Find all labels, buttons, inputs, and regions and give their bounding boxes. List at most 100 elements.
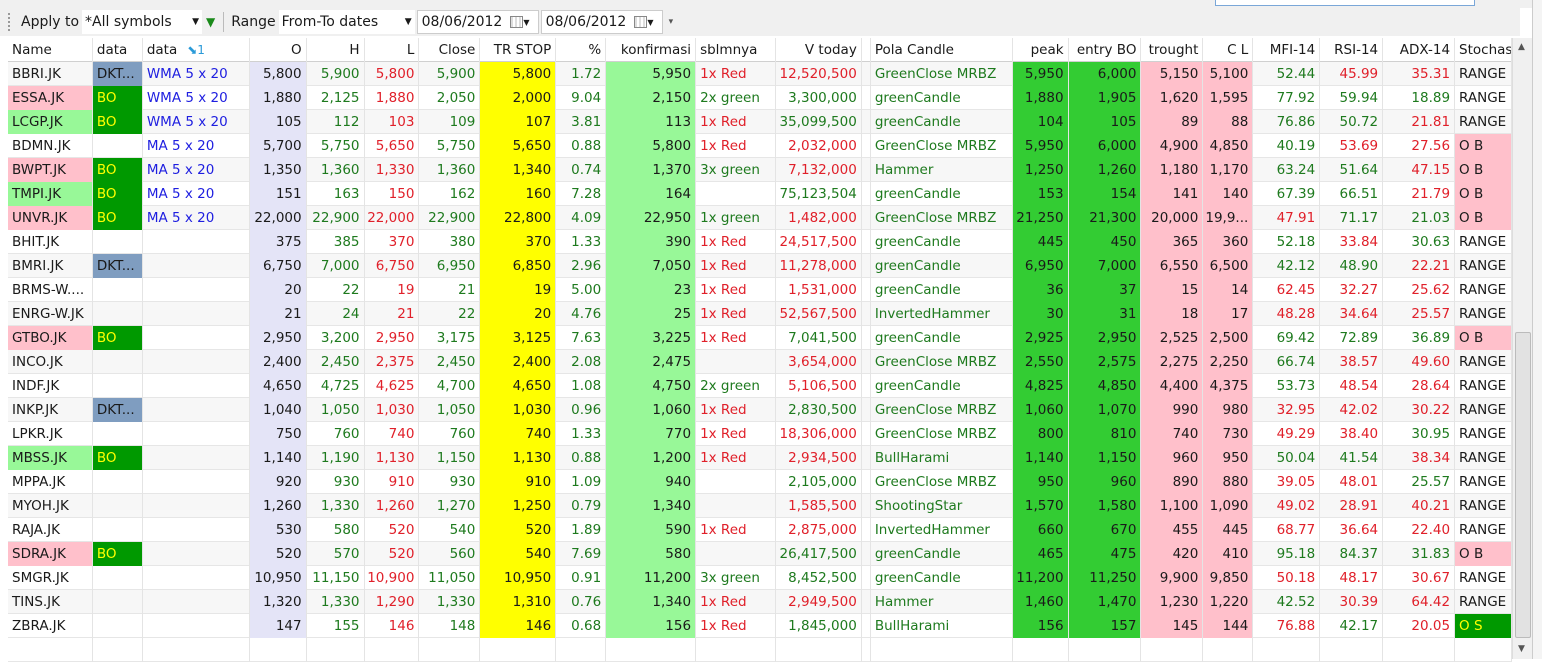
cell-close[interactable]: 22 [419, 302, 481, 326]
cell-peak[interactable]: 1,250 [1012, 158, 1069, 182]
cell-open[interactable]: 151 [249, 182, 307, 206]
cell-mfi-14[interactable]: 40.19 [1253, 134, 1321, 158]
cell-adx-14[interactable]: 20.05 [1383, 614, 1456, 638]
cell-percent[interactable]: 4.76 [556, 302, 607, 326]
cell-v-today[interactable]: 3,654,000 [776, 350, 862, 374]
toolbar-overflow-icon[interactable]: ▾ [669, 17, 674, 27]
cell-stochas[interactable]: O B [1455, 542, 1512, 566]
cell-stochas[interactable]: RANGE [1455, 230, 1512, 254]
cell-sblmnya[interactable] [696, 494, 776, 518]
cell-adx-14[interactable]: 18.89 [1383, 86, 1456, 110]
cell-tr-stop[interactable]: 520 [480, 518, 557, 542]
cell-name[interactable]: BDMN.JK [8, 134, 93, 158]
cell-sblmnya[interactable]: 3x green [696, 566, 776, 590]
cell-trought[interactable]: 2,525 [1141, 326, 1204, 350]
cell-peak[interactable]: 950 [1012, 470, 1069, 494]
cell-low[interactable]: 5,800 [365, 62, 420, 86]
cell-adx-14[interactable]: 22.40 [1383, 518, 1456, 542]
column-header-close[interactable]: Close [419, 38, 481, 62]
cell-mfi-14[interactable]: 39.05 [1253, 470, 1321, 494]
cell-open[interactable]: 6,750 [249, 254, 307, 278]
scroll-up-icon[interactable]: ▲ [1518, 42, 1525, 52]
cell-tr-stop[interactable]: 4,650 [480, 374, 557, 398]
cell-adx-14[interactable]: 27.56 [1383, 134, 1456, 158]
cell-sep[interactable] [862, 302, 871, 326]
cell-name[interactable]: BRMS-W.... [8, 278, 93, 302]
cell-data[interactable]: BO [92, 446, 143, 470]
cell-name[interactable]: GTBO.JK [8, 326, 93, 350]
cell-entry-bo[interactable]: 6,000 [1068, 62, 1142, 86]
cell-sep[interactable] [862, 278, 871, 302]
cell-entry-bo[interactable]: 6,000 [1068, 134, 1142, 158]
cell-konfirmasi[interactable]: 590 [606, 518, 697, 542]
column-header-stochas[interactable]: Stochas [1455, 38, 1512, 62]
column-header-sep[interactable] [862, 38, 871, 62]
cell-high[interactable]: 2,450 [307, 350, 365, 374]
column-header-open[interactable]: O [250, 38, 307, 62]
cell-peak[interactable]: 156 [1012, 614, 1069, 638]
cell-peak[interactable]: 104 [1012, 110, 1069, 134]
cell-tr-stop[interactable]: 107 [480, 110, 557, 134]
cell-sblmnya[interactable] [696, 350, 776, 374]
cell-sep[interactable] [862, 614, 871, 638]
cell-name[interactable]: ESSA.JK [8, 86, 93, 110]
cell-mfi-14[interactable]: 77.92 [1253, 86, 1321, 110]
cell-c-l[interactable]: 1,090 [1203, 494, 1254, 518]
cell-tr-stop[interactable]: 5,650 [480, 134, 557, 158]
cell-trought[interactable]: 990 [1141, 398, 1204, 422]
cell-open[interactable]: 920 [249, 470, 307, 494]
cell-low[interactable]: 4,625 [365, 374, 420, 398]
column-header-trought[interactable]: trought [1141, 38, 1204, 62]
cell-percent[interactable]: 0.96 [556, 398, 607, 422]
cell-stochas[interactable]: RANGE [1455, 446, 1512, 470]
cell-close[interactable]: 21 [419, 278, 481, 302]
cell-percent[interactable]: 1.33 [556, 422, 607, 446]
cell-close[interactable]: 11,050 [419, 566, 481, 590]
cell-data[interactable]: BO [92, 110, 143, 134]
cell-open[interactable]: 1,040 [249, 398, 307, 422]
cell-konfirmasi[interactable]: 4,750 [606, 374, 697, 398]
cell-trought[interactable]: 20,000 [1141, 206, 1204, 230]
toolbar-grip[interactable] [8, 13, 12, 31]
table-row[interactable]: TINS.JK 1,320 1,330 1,290 1,330 1,310 0.76 1,34… [8, 590, 1512, 614]
cell-c-l[interactable]: 2,500 [1203, 326, 1254, 350]
cell-rsi-14[interactable]: 42.17 [1320, 614, 1384, 638]
cell-name[interactable]: ZBRA.JK [8, 614, 93, 638]
column-header-high[interactable]: H [307, 38, 365, 62]
cell-percent[interactable]: 1.09 [556, 470, 607, 494]
cell-v-today[interactable]: 1,845,000 [776, 614, 862, 638]
cell-peak[interactable]: 6,950 [1012, 254, 1069, 278]
cell-c-l[interactable]: 19,9... [1203, 206, 1254, 230]
cell-sblmnya[interactable]: 1x Red [696, 326, 776, 350]
cell-pola-candle[interactable]: greenCandle [871, 566, 1013, 590]
cell-sblmnya[interactable] [696, 470, 776, 494]
cell-v-today[interactable]: 2,032,000 [776, 134, 862, 158]
cell-pola-candle[interactable]: BullHarami [871, 614, 1013, 638]
cell-pola-candle[interactable]: BullHarami [871, 446, 1013, 470]
cell-peak[interactable]: 1,140 [1012, 446, 1069, 470]
cell-data[interactable]: BO [92, 206, 143, 230]
cell-stochas[interactable]: RANGE [1455, 86, 1512, 110]
cell-rsi-14[interactable]: 51.64 [1320, 158, 1384, 182]
cell-mfi-14[interactable]: 95.18 [1253, 542, 1321, 566]
cell-data-method[interactable] [143, 230, 250, 254]
cell-sblmnya[interactable]: 1x Red [696, 134, 776, 158]
cell-stochas[interactable]: O B [1455, 206, 1512, 230]
cell-sep[interactable] [862, 182, 871, 206]
cell-mfi-14[interactable]: 68.77 [1253, 518, 1321, 542]
cell-data[interactable] [93, 278, 143, 302]
cell-percent[interactable]: 1.08 [556, 374, 607, 398]
cell-sblmnya[interactable]: 1x Red [696, 302, 776, 326]
cell-adx-14[interactable]: 35.31 [1383, 62, 1456, 86]
cell-peak[interactable]: 5,950 [1012, 62, 1069, 86]
cell-data-method[interactable] [143, 350, 250, 374]
cell-c-l[interactable]: 730 [1203, 422, 1254, 446]
cell-close[interactable]: 1,360 [419, 158, 481, 182]
cell-close[interactable]: 22,900 [419, 206, 481, 230]
column-header-entry-bo[interactable]: entry BO [1069, 38, 1142, 62]
cell-low[interactable]: 1,880 [365, 86, 420, 110]
cell-peak[interactable]: 1,570 [1012, 494, 1069, 518]
cell-pola-candle[interactable]: GreenClose MRBZ [871, 62, 1013, 86]
cell-open[interactable]: 530 [249, 518, 307, 542]
cell-percent[interactable]: 7.28 [556, 182, 607, 206]
